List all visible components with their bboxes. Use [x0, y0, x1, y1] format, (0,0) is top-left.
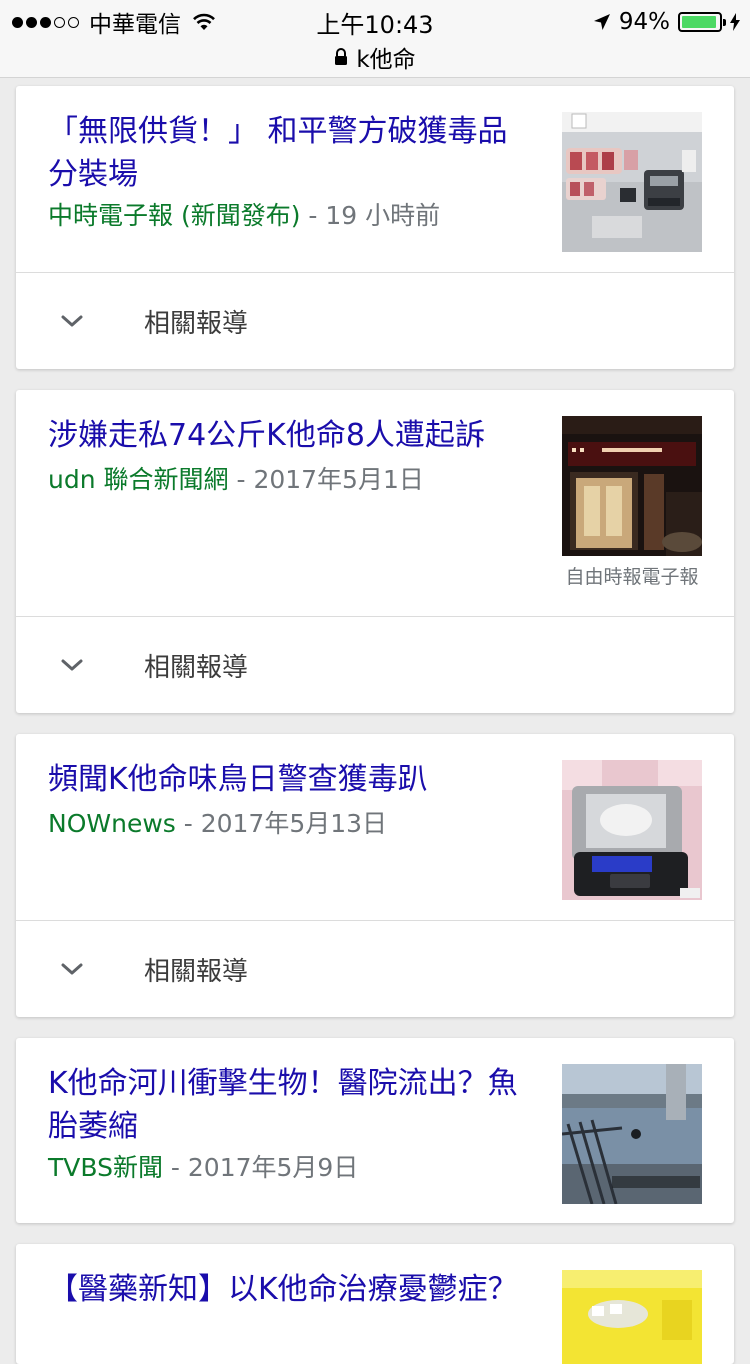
news-meta: 中時電子報 (新聞發布) - 19 小時前 [48, 201, 441, 230]
related-coverage-button[interactable]: 相關報導 [16, 273, 734, 369]
related-coverage-label: 相關報導 [144, 957, 249, 987]
status-bar: 中華電信 上午10:43 k他命 94% [0, 0, 750, 78]
news-time: 2017年5月9日 [187, 1153, 359, 1182]
related-coverage-label: 相關報導 [144, 653, 249, 683]
news-thumbnail[interactable] [562, 1270, 702, 1364]
news-title[interactable]: 頻聞K他命味鳥日警查獲毒趴 [48, 758, 518, 801]
news-card[interactable]: 【醫藥新知】以K他命治療憂鬱症？ [16, 1244, 734, 1364]
chevron-down-icon [61, 963, 83, 975]
news-source: 中時電子報 (新聞發布) [48, 201, 301, 230]
related-coverage-label: 相關報導 [144, 309, 249, 339]
chevron-down-icon [61, 315, 83, 327]
lock-icon [335, 48, 348, 65]
news-thumbnail[interactable] [562, 112, 702, 252]
news-time: 2017年5月1日 [253, 465, 424, 494]
thumbnail-caption: 自由時報電子報 [565, 566, 699, 588]
news-thumbnail[interactable] [562, 416, 702, 556]
news-card[interactable]: 「無限供貨！」 和平警方破獲毒品分裝場 中時電子報 (新聞發布) - 19 小時… [16, 86, 734, 369]
news-thumbnail[interactable] [562, 1064, 702, 1204]
battery-percent: 94% [618, 9, 670, 35]
news-meta: TVBS新聞 - 2017年5月9日 [48, 1153, 359, 1182]
news-source: NOWnews [48, 809, 176, 838]
news-thumbnail[interactable] [562, 760, 702, 900]
related-coverage-button[interactable]: 相關報導 [16, 921, 734, 1017]
news-card[interactable]: K他命河川衝擊生物！醫院流出？魚胎萎縮 TVBS新聞 - 2017年5月9日 [16, 1038, 734, 1223]
news-title[interactable]: K他命河川衝擊生物！醫院流出？魚胎萎縮 [48, 1062, 518, 1148]
news-time: 2017年5月13日 [200, 809, 388, 838]
battery-level [682, 16, 716, 28]
location-arrow-icon [593, 14, 610, 30]
news-card[interactable]: 涉嫌走私74公斤K他命8人遭起訴 udn 聯合新聞網 - 2017年5月1日 自… [16, 390, 734, 713]
news-meta: udn 聯合新聞網 - 2017年5月1日 [48, 465, 424, 494]
chevron-down-icon [61, 659, 83, 671]
news-meta: NOWnews - 2017年5月13日 [48, 809, 388, 838]
status-right: 94% [593, 6, 740, 38]
news-source: udn 聯合新聞網 [48, 465, 229, 494]
charging-bolt-icon [730, 13, 740, 31]
news-title[interactable]: 【醫藥新知】以K他命治療憂鬱症？ [48, 1268, 518, 1311]
news-title[interactable]: 「無限供貨！」 和平警方破獲毒品分裝場 [48, 110, 518, 196]
url-text: k他命 [356, 47, 416, 73]
address-bar[interactable]: k他命 [0, 40, 750, 74]
related-coverage-button[interactable]: 相關報導 [16, 617, 734, 713]
battery-icon [678, 12, 726, 32]
news-title[interactable]: 涉嫌走私74公斤K他命8人遭起訴 [48, 414, 518, 457]
news-card[interactable]: 頻聞K他命味鳥日警查獲毒趴 NOWnews - 2017年5月13日 相關報導 [16, 734, 734, 1017]
news-source: TVBS新聞 [48, 1153, 163, 1182]
news-time: 19 小時前 [325, 201, 441, 230]
